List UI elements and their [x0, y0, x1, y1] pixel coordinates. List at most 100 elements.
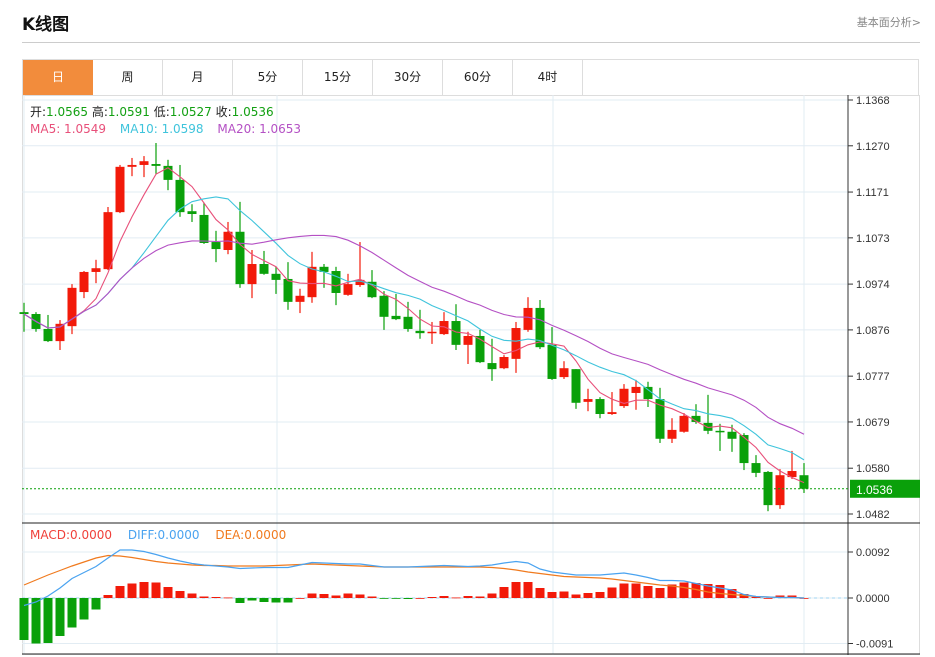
candle-body — [727, 431, 737, 439]
candle-body — [427, 331, 437, 334]
candle-body — [235, 231, 245, 285]
high-value: 1.0591 — [107, 105, 150, 119]
macd-histogram-bar — [451, 597, 461, 599]
ma10-value: MA10: 1.0598 — [119, 122, 204, 136]
macd-histogram-bar — [43, 598, 53, 643]
candle-body — [499, 356, 509, 369]
candle-body — [67, 287, 77, 327]
macd-histogram-bar — [187, 593, 197, 598]
candle-body — [775, 475, 785, 506]
candle-body — [79, 271, 89, 293]
macd-histogram-bar — [583, 593, 593, 598]
candle-body — [211, 242, 221, 250]
macd-histogram-bar — [199, 596, 209, 598]
macd-histogram-bar — [607, 587, 617, 598]
ma5-line — [23, 167, 805, 484]
macd-histogram-bar — [367, 596, 377, 598]
macd-histogram-bar — [439, 596, 449, 598]
close-value: 1.0536 — [231, 105, 274, 119]
candle-body — [199, 214, 209, 243]
candle-body — [463, 335, 473, 345]
macd-value: MACD:0.0000 — [30, 528, 113, 542]
macd-histogram-bar — [463, 596, 473, 598]
candle-body — [571, 369, 581, 403]
candle-body — [307, 266, 317, 298]
macd-histogram-bar — [259, 598, 269, 602]
macd-histogram-bar — [151, 582, 161, 598]
candle-body — [439, 321, 449, 335]
macd-histogram-bar — [643, 586, 653, 598]
macd-tick-label: 0.0000 — [856, 593, 890, 605]
candle-body — [595, 399, 605, 415]
chart-frame — [22, 95, 920, 655]
price-tick-label: 1.0580 — [856, 463, 890, 475]
macd-histogram-bar — [139, 582, 149, 598]
macd-histogram-bar — [247, 598, 257, 601]
macd-histogram-bar — [475, 596, 485, 598]
macd-histogram-bar — [295, 598, 305, 599]
ma-legend: MA5: 1.0549 MA10: 1.0598 MA20: 1.0653 — [30, 122, 301, 136]
candle-body — [487, 363, 497, 370]
macd-histogram-bar — [427, 597, 437, 598]
macd-histogram-bar — [499, 587, 509, 598]
macd-legend: MACD:0.0000 DIFF:0.0000 DEA:0.0000 — [30, 528, 286, 542]
candle-body — [247, 264, 257, 285]
price-tick-label: 1.0876 — [856, 325, 890, 337]
macd-histogram-bar — [511, 582, 521, 598]
candle-body — [91, 268, 101, 272]
candle-body — [751, 463, 761, 473]
low-label: 低: — [153, 105, 170, 119]
high-label: 高: — [91, 105, 108, 119]
macd-histogram-bar — [223, 597, 233, 599]
candle-body — [559, 368, 569, 378]
macd-histogram-bar — [55, 598, 65, 636]
candle-body — [331, 271, 341, 293]
candle-body — [379, 295, 389, 317]
candle-body — [607, 412, 617, 415]
last-price-label: 1.0536 — [856, 483, 893, 497]
price-tick-label: 1.1073 — [856, 233, 890, 245]
macd-histogram-bar — [631, 583, 641, 598]
candle-body — [475, 335, 485, 363]
price-tick-label: 1.0777 — [856, 371, 890, 383]
macd-histogram-bar — [319, 594, 329, 598]
price-tick-label: 1.0974 — [856, 279, 890, 291]
open-label: 开: — [30, 105, 47, 119]
candle-body — [151, 164, 161, 166]
price-tick-label: 1.1368 — [856, 95, 890, 107]
candle-body — [391, 315, 401, 320]
kline-chart[interactable]: 1.1368 1.1270 1.1171 1.1073 1.0974 1.0876 1.07… — [0, 0, 935, 657]
macd-histogram-bar — [343, 593, 353, 598]
candle-body — [451, 321, 461, 345]
macd-histogram-bar — [547, 592, 557, 598]
macd-histogram-bar — [67, 598, 77, 628]
candle-body — [643, 386, 653, 400]
macd-histogram-bar — [127, 583, 137, 598]
price-tick-label: 1.0679 — [856, 417, 890, 429]
macd-histogram-bar — [235, 598, 245, 603]
price-tick-label: 1.1171 — [856, 187, 889, 199]
candle-body — [547, 344, 557, 379]
macd-histogram-bar — [655, 588, 665, 598]
price-tick-label: 1.0482 — [856, 509, 890, 521]
macd-histogram-bar — [391, 598, 401, 599]
macd-histogram-bar — [403, 598, 413, 599]
macd-histogram-bar — [271, 598, 281, 603]
ma5-value: MA5: 1.0549 — [30, 122, 107, 136]
open-value: 1.0565 — [46, 105, 89, 119]
candle-body — [511, 328, 521, 359]
macd-histogram-bar — [211, 597, 221, 598]
ohlc-legend: 开:1.0565 高:1.0591 低:1.0527 收:1.0536 — [30, 103, 274, 120]
candle-body — [523, 307, 533, 330]
ma20-value: MA20: 1.0653 — [217, 122, 302, 136]
candle-body — [583, 399, 593, 402]
candle-body — [631, 386, 641, 393]
macd-histogram-bar — [535, 588, 545, 598]
candle-body — [187, 211, 197, 215]
candle-body — [403, 316, 413, 329]
macd-tick-label: -0.0091 — [856, 639, 893, 651]
macd-histogram-bar — [283, 598, 293, 603]
macd-histogram-bar — [79, 598, 89, 620]
candle-body — [679, 415, 689, 432]
macd-tick-label: 0.0092 — [856, 547, 890, 559]
